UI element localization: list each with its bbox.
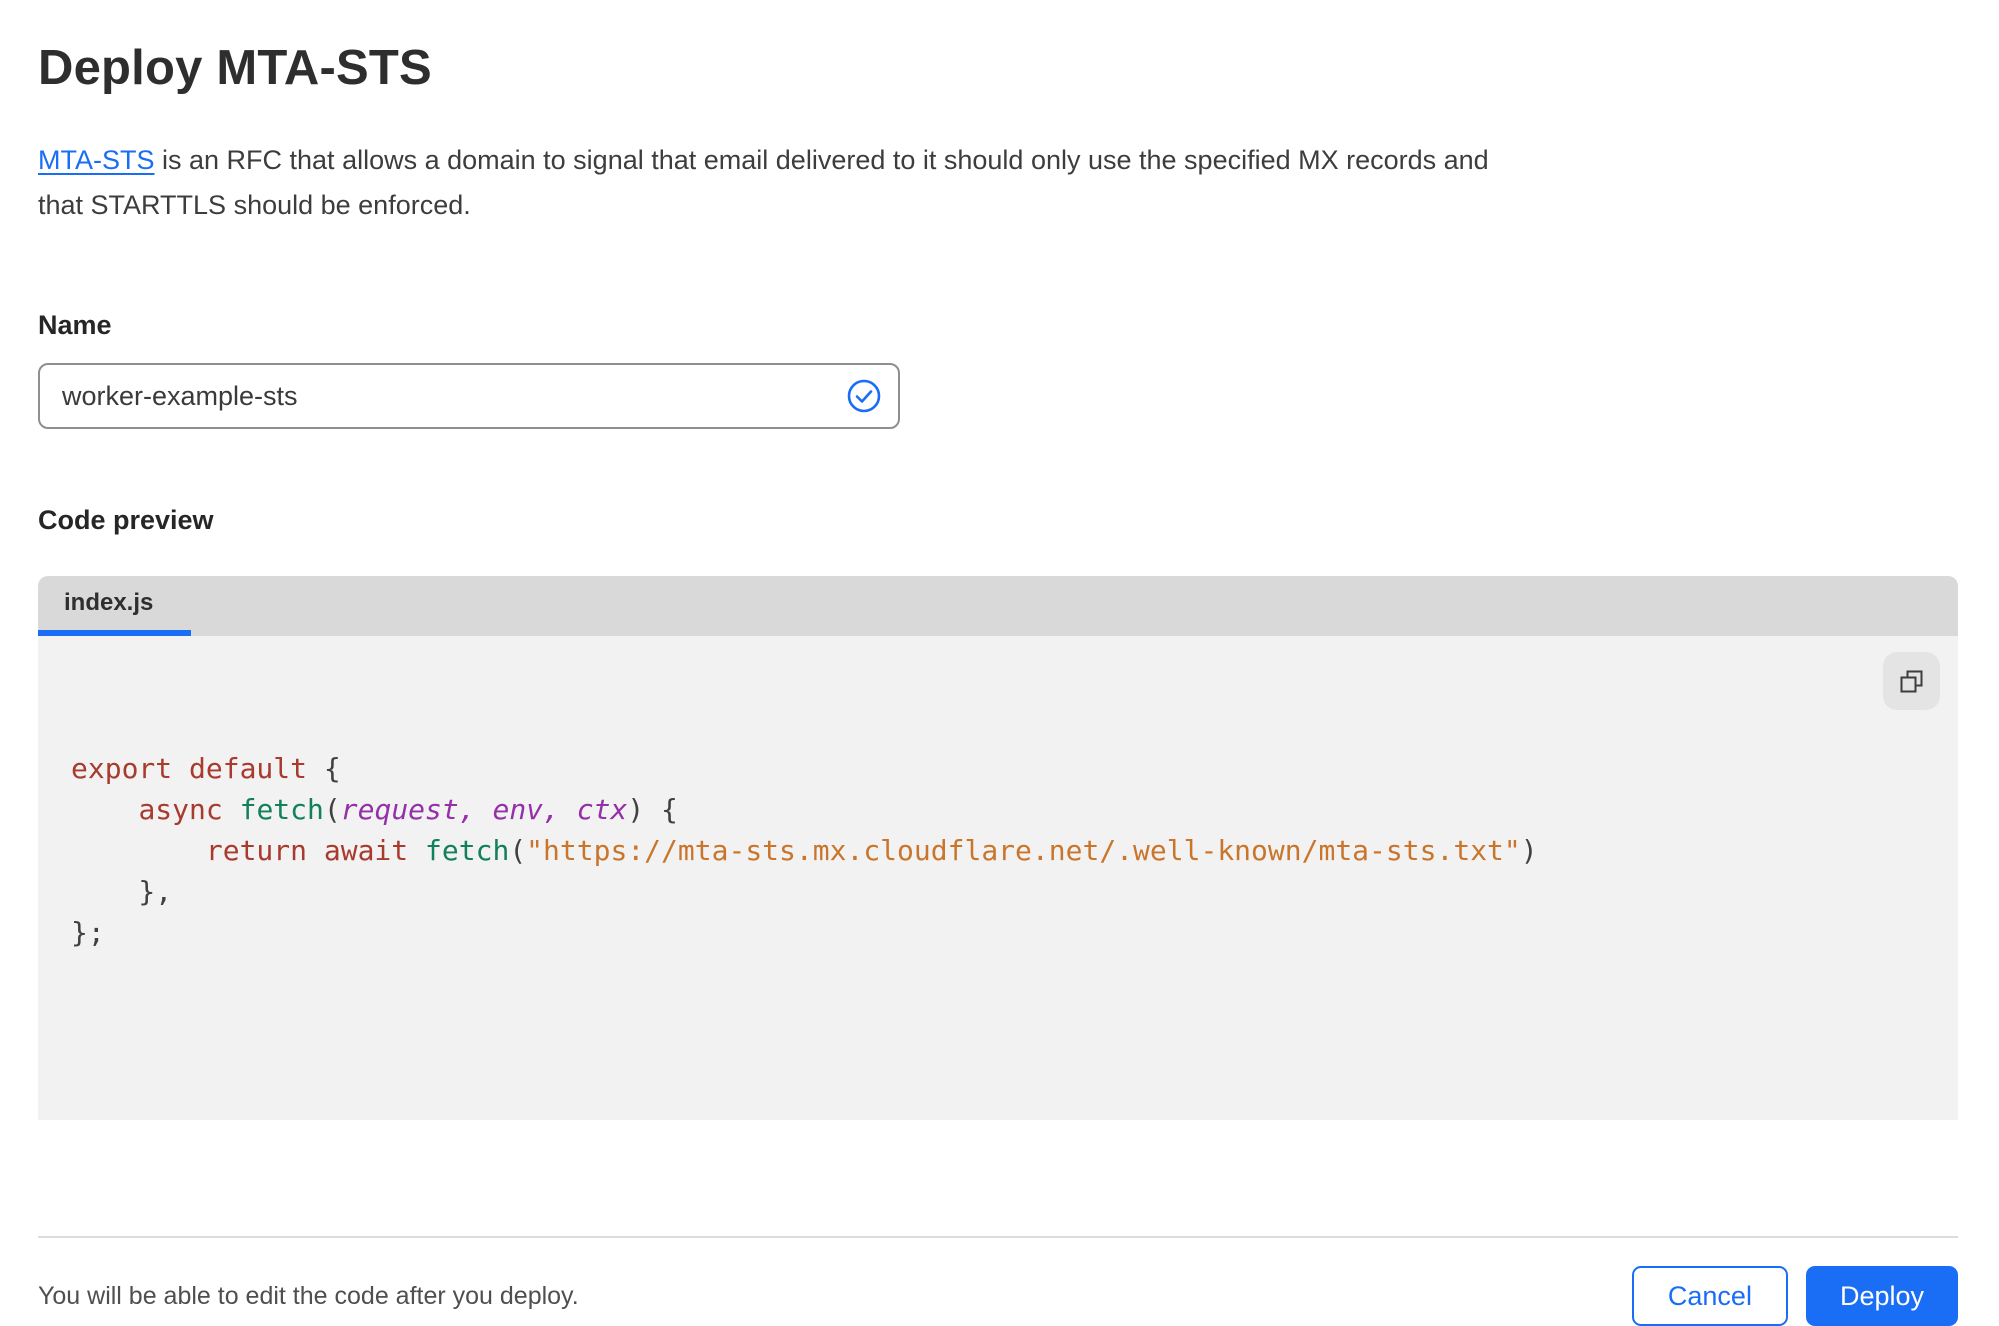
description-text: MTA-STS is an RFC that allows a domain t… — [38, 138, 1523, 228]
name-input-wrap — [38, 363, 900, 429]
code-preview-panel: index.js export default { async fetch(re… — [38, 576, 1958, 1120]
cancel-button[interactable]: Cancel — [1631, 1266, 1788, 1326]
deploy-mta-sts-page: Deploy MTA-STS MTA-STS is an RFC that al… — [0, 40, 1999, 1326]
code-line: return await fetch("https://mta-sts.mx.c… — [205, 834, 1538, 867]
name-input[interactable] — [38, 363, 900, 429]
footer-actions: Cancel Deploy — [1631, 1266, 1958, 1326]
copy-icon — [1900, 670, 1923, 692]
code-line: }; — [71, 916, 105, 949]
code-tab-bar: index.js — [38, 576, 1958, 636]
code-lines: export default { async fetch(request, en… — [71, 748, 1838, 953]
check-circle-icon — [847, 379, 881, 413]
code-line: export default { — [71, 752, 341, 785]
copy-code-button[interactable] — [1883, 652, 1940, 710]
footer-bar: You will be able to edit the code after … — [38, 1236, 1958, 1326]
tab-index-js[interactable]: index.js — [38, 576, 192, 636]
deploy-button[interactable]: Deploy — [1805, 1266, 1958, 1326]
code-line: async fetch(request, env, ctx) { — [138, 793, 678, 826]
mta-sts-link[interactable]: MTA-STS — [38, 145, 155, 175]
name-label: Name — [38, 310, 112, 340]
description-body: is an RFC that allows a domain to signal… — [38, 145, 1489, 220]
code-line: }, — [71, 875, 173, 908]
page-title: Deploy MTA-STS — [38, 41, 432, 95]
code-editor: export default { async fetch(request, en… — [38, 636, 1958, 1120]
footer-note: You will be able to edit the code after … — [38, 1281, 579, 1310]
code-preview-label: Code preview — [38, 505, 214, 535]
